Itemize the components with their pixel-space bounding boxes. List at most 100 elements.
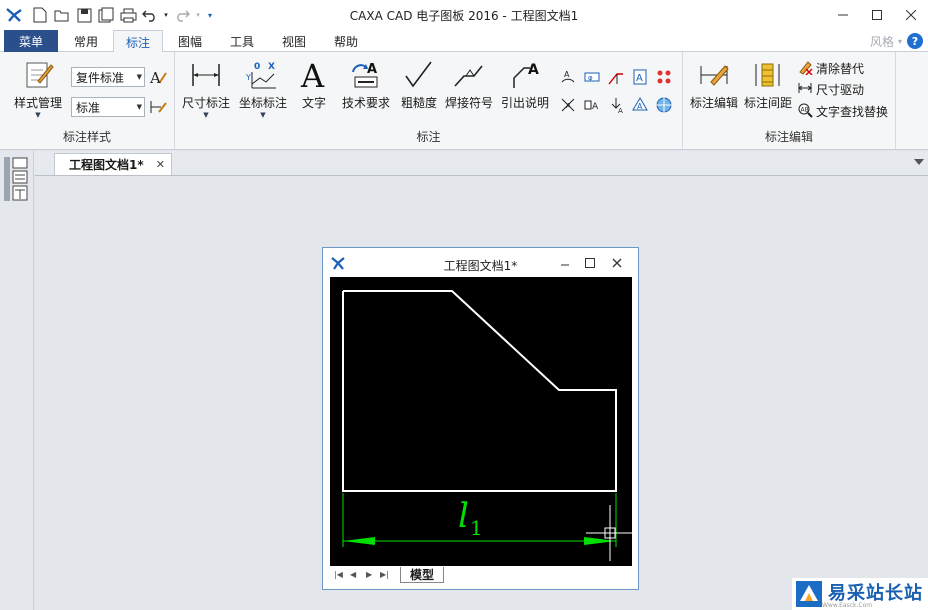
undo-dropdown-icon[interactable]: ▾ [162, 5, 170, 25]
roughness-button[interactable]: 粗糙度 [399, 58, 439, 111]
minimize-icon[interactable] [557, 256, 573, 270]
style-selector[interactable]: 风格 ▾ [870, 33, 902, 50]
find-replace-icon: AB [797, 102, 813, 121]
annotation-spacing-icon [750, 58, 786, 92]
coordinate-dimension-label: 坐标标注 [238, 96, 287, 110]
leader-note-button[interactable]: A 引出说明 [499, 58, 551, 111]
customize-qat-icon[interactable]: ▾ [204, 5, 216, 25]
dimension-style-icon[interactable] [149, 98, 167, 116]
angle-dimension-icon[interactable]: A [559, 96, 577, 114]
svg-text:A: A [528, 62, 539, 78]
properties-panel-icon[interactable] [12, 157, 28, 206]
text-style-icon[interactable]: A [149, 68, 167, 86]
chevron-down-icon: ▼ [203, 111, 209, 119]
clear-override-button[interactable]: 清除替代 [797, 59, 864, 77]
main-menu-button[interactable]: 菜单 [4, 30, 58, 52]
tab-sheet[interactable]: 图幅 [170, 30, 210, 52]
annotation-edit-button[interactable]: 标注编辑 [687, 58, 741, 111]
first-tab-icon[interactable]: |◀ [334, 570, 343, 579]
close-icon[interactable] [609, 256, 625, 270]
panel-grip[interactable] [4, 157, 10, 201]
svg-text:φ: φ [588, 74, 593, 82]
tab-common[interactable]: 常用 [66, 30, 106, 52]
save-icon[interactable] [74, 5, 94, 25]
drawing-canvas[interactable]: l 1 [330, 277, 632, 566]
center-hole-icon[interactable] [655, 68, 673, 86]
coordinate-dimension-button[interactable]: 0X Y 坐标标注 ▼ [237, 58, 289, 119]
save-all-icon[interactable] [96, 5, 116, 25]
new-file-icon[interactable] [30, 5, 50, 25]
close-icon[interactable] [894, 0, 928, 30]
print-icon[interactable] [118, 5, 138, 25]
annotation-spacing-button[interactable]: 标注间距 [741, 58, 795, 111]
datum-icon[interactable]: φ [583, 68, 601, 86]
undo-icon[interactable] [140, 5, 160, 25]
style-label: 风格 [869, 35, 894, 49]
svg-text:0: 0 [254, 62, 260, 72]
weld-symbol-button[interactable]: 焊接符号 [443, 58, 495, 111]
close-tab-icon[interactable]: ✕ [156, 158, 165, 171]
svg-text:A: A [564, 70, 570, 79]
view-arrow-icon[interactable]: A [607, 96, 625, 114]
svg-text:X: X [268, 62, 275, 72]
section-symbol-icon[interactable]: A [631, 96, 649, 114]
document-tab[interactable]: 工程图文档1* ✕ [54, 153, 172, 175]
text-style-value: 标准 [76, 100, 101, 115]
layout-tab-bar: |◀ ◀ ▶ ▶| 模型 [330, 567, 632, 585]
text-button[interactable]: A 文字 [295, 58, 333, 111]
model-tab[interactable]: 模型 [400, 567, 444, 583]
group-annotation-edit: 标注编辑 标注间距 清除替代 尺寸驱动 AB 文字查找替换 标注编辑 [683, 52, 896, 150]
weld-symbol-label: 焊接符号 [444, 96, 493, 110]
roughness-icon [401, 58, 437, 92]
site-watermark: 易采站长站 Www.Easck.Com [792, 578, 928, 610]
chevron-down-icon: ▼ [260, 111, 266, 119]
style-manage-button[interactable]: 样式管理 ▼ [10, 58, 66, 119]
dimension-style-combo[interactable]: 复件标准 ▼ [71, 67, 145, 87]
maximize-icon[interactable] [860, 0, 894, 30]
dimension-drive-button[interactable]: 尺寸驱动 [797, 80, 864, 98]
weld-symbol-icon [451, 58, 487, 92]
drawing-child-window: 工程图文档1* l 1 |◀ ◀ ▶ ▶| 模型 [322, 247, 639, 590]
clear-override-icon [797, 59, 813, 78]
svg-text:A: A [300, 59, 325, 91]
center-mark-icon[interactable] [655, 96, 673, 114]
dimension-button[interactable]: 尺寸标注 ▼ [181, 58, 231, 119]
arc-dimension-icon[interactable]: A [559, 68, 577, 86]
group-annotation-style: 样式管理 ▼ 复件标准 ▼ 标准 ▼ A 标注样式 [0, 52, 175, 150]
redo-icon[interactable] [172, 5, 192, 25]
find-replace-button[interactable]: AB 文字查找替换 [797, 102, 888, 120]
caxa-logo-icon[interactable] [5, 6, 23, 24]
tech-requirements-label: 技术要求 [341, 96, 390, 110]
tab-list-dropdown-icon[interactable] [914, 159, 924, 165]
maximize-icon[interactable] [582, 256, 598, 270]
style-manager-icon [20, 58, 56, 92]
dimension-subscript: 1 [470, 516, 483, 540]
tech-requirements-button[interactable]: A 技术要求 [339, 58, 393, 111]
annotation-edit-icon [696, 58, 732, 92]
group-label-annotate: 标注 [416, 130, 441, 144]
svg-text:A: A [149, 69, 161, 86]
dimension-text: l [458, 496, 469, 536]
minimize-icon[interactable] [826, 0, 860, 30]
tab-tools[interactable]: 工具 [222, 30, 262, 52]
watermark-logo [796, 581, 822, 607]
chamfer-dimension-icon[interactable] [607, 68, 625, 86]
text-style-combo[interactable]: 标准 ▼ [71, 97, 145, 117]
tolerance-icon[interactable]: A [583, 96, 601, 114]
clear-override-label: 清除替代 [816, 61, 865, 76]
chevron-down-icon: ▼ [136, 103, 142, 111]
dimension-label: 尺寸标注 [181, 96, 230, 110]
ribbon-tab-bar: 菜单 常用 标注 图幅 工具 视图 帮助 风格 ▾ ? [0, 30, 928, 53]
tab-help[interactable]: 帮助 [326, 30, 366, 52]
help-icon[interactable]: ? [907, 33, 923, 49]
part-outline [342, 290, 617, 492]
tab-view[interactable]: 视图 [274, 30, 314, 52]
next-tab-icon[interactable]: ▶ [366, 570, 372, 579]
previous-tab-icon[interactable]: ◀ [350, 570, 356, 579]
text-frame-icon[interactable]: A [631, 68, 649, 86]
tech-requirements-icon: A [348, 58, 384, 92]
redo-dropdown-icon[interactable]: ▾ [194, 5, 202, 25]
last-tab-icon[interactable]: ▶| [380, 570, 389, 579]
tab-annotate[interactable]: 标注 [113, 30, 163, 53]
open-folder-icon[interactable] [52, 5, 72, 25]
